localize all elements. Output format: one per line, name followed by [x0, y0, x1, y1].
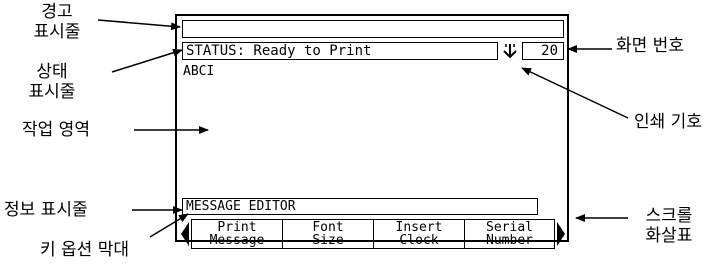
callout-arrows	[97, 19, 629, 238]
diagram: 경고 표시줄 상태 표시줄 작업 영역 정보 표시줄 키 옵션 막대 화면 번호…	[0, 0, 724, 264]
